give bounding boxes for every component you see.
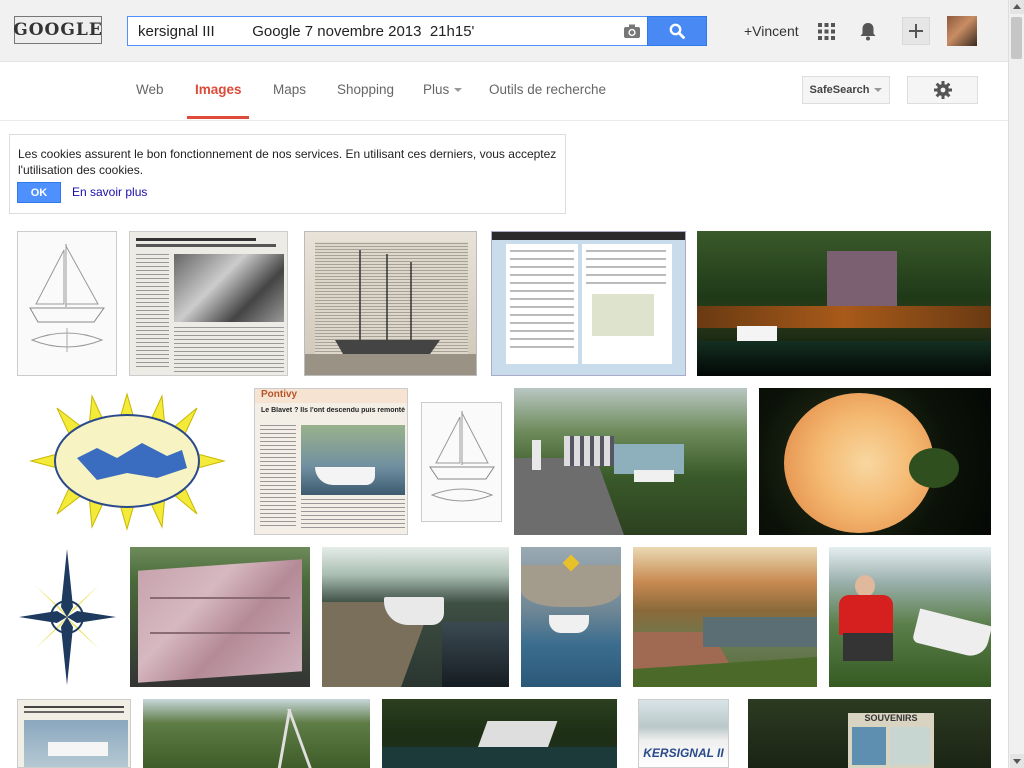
compass-rose-image	[19, 549, 116, 685]
pontivy-label: Pontivy	[261, 389, 298, 400]
notification-bell-icon[interactable]	[858, 21, 878, 41]
search-button[interactable]	[647, 16, 707, 46]
google-logo[interactable]: GOOGLE	[13, 16, 102, 44]
tab-web[interactable]: Web	[136, 82, 164, 97]
tab-more-label: Plus	[423, 82, 450, 97]
tall-ship-engraving-image	[305, 250, 476, 375]
plus-icon	[909, 24, 923, 38]
active-tab-indicator	[187, 116, 249, 119]
settings-button[interactable]	[907, 76, 978, 104]
chevron-down-icon	[454, 88, 463, 93]
canal-logo-sun-image	[29, 392, 226, 531]
sailboat-drawing-image	[429, 411, 495, 502]
share-plus-button[interactable]	[902, 17, 930, 45]
arrow-up-icon	[1013, 4, 1021, 9]
scrollbar-thumb[interactable]	[1011, 17, 1022, 59]
apps-grid-icon[interactable]	[818, 23, 835, 40]
image-result[interactable]	[521, 547, 621, 687]
kersignal-label: KERSIGNAL II	[643, 746, 724, 760]
image-result[interactable]	[143, 699, 370, 768]
image-result[interactable]	[421, 402, 502, 522]
search-input[interactable]	[128, 17, 628, 45]
image-result[interactable]: KERSIGNAL II	[638, 699, 729, 768]
image-result[interactable]	[382, 699, 617, 768]
tab-more[interactable]: Plus	[423, 82, 463, 97]
souvenirs-label: SOUVENIRS	[864, 713, 918, 723]
image-result[interactable]	[17, 547, 118, 687]
camera-icon[interactable]	[623, 23, 641, 39]
page-scrollbar[interactable]	[1008, 0, 1024, 768]
image-result[interactable]	[130, 547, 310, 687]
search-tabs-bar: Web Images Maps Shopping Plus Outils de …	[0, 62, 1008, 121]
cookie-ok-button[interactable]: OK	[17, 182, 61, 203]
sailboat-drawing-image	[29, 244, 105, 352]
tab-shopping[interactable]: Shopping	[337, 82, 394, 97]
image-result[interactable]	[17, 231, 117, 376]
image-result[interactable]: SOUVENIRS	[748, 699, 991, 768]
image-result[interactable]	[17, 388, 238, 535]
plus-user-link[interactable]: +Vincent	[744, 23, 799, 39]
scroll-down-button[interactable]	[1010, 754, 1024, 768]
scroll-up-button[interactable]	[1010, 0, 1024, 14]
gear-icon	[933, 81, 952, 99]
cookie-notice: Les cookies assurent le bon fonctionneme…	[9, 134, 566, 214]
cookie-learn-more-link[interactable]: En savoir plus	[72, 185, 147, 199]
image-result[interactable]	[829, 547, 991, 687]
top-bar: GOOGLE +Vincent	[0, 0, 1008, 62]
image-result[interactable]	[697, 231, 991, 376]
user-avatar[interactable]	[947, 16, 977, 46]
image-result[interactable]	[304, 231, 477, 376]
image-result[interactable]	[17, 699, 131, 768]
search-box	[127, 16, 648, 46]
image-result[interactable]: Pontivy Le Blavet ? Ils l'ont descendu p…	[254, 388, 408, 535]
cookie-text: Les cookies assurent le bon fonctionneme…	[18, 147, 557, 177]
image-result[interactable]	[633, 547, 817, 687]
image-result[interactable]	[129, 231, 288, 376]
image-result[interactable]	[491, 231, 686, 376]
search-icon	[669, 23, 685, 39]
arrow-down-icon	[1013, 759, 1021, 764]
safesearch-label: SafeSearch	[809, 84, 870, 96]
image-result[interactable]	[759, 388, 991, 535]
safesearch-button[interactable]: SafeSearch	[802, 76, 890, 104]
tab-maps[interactable]: Maps	[273, 82, 306, 97]
tab-images[interactable]: Images	[195, 82, 242, 97]
tab-search-tools[interactable]: Outils de recherche	[489, 82, 606, 97]
image-result[interactable]	[514, 388, 747, 535]
image-result[interactable]	[322, 547, 509, 687]
pontivy-headline: Le Blavet ? Ils l'ont descendu puis remo…	[261, 407, 405, 414]
chevron-down-icon	[874, 88, 883, 92]
